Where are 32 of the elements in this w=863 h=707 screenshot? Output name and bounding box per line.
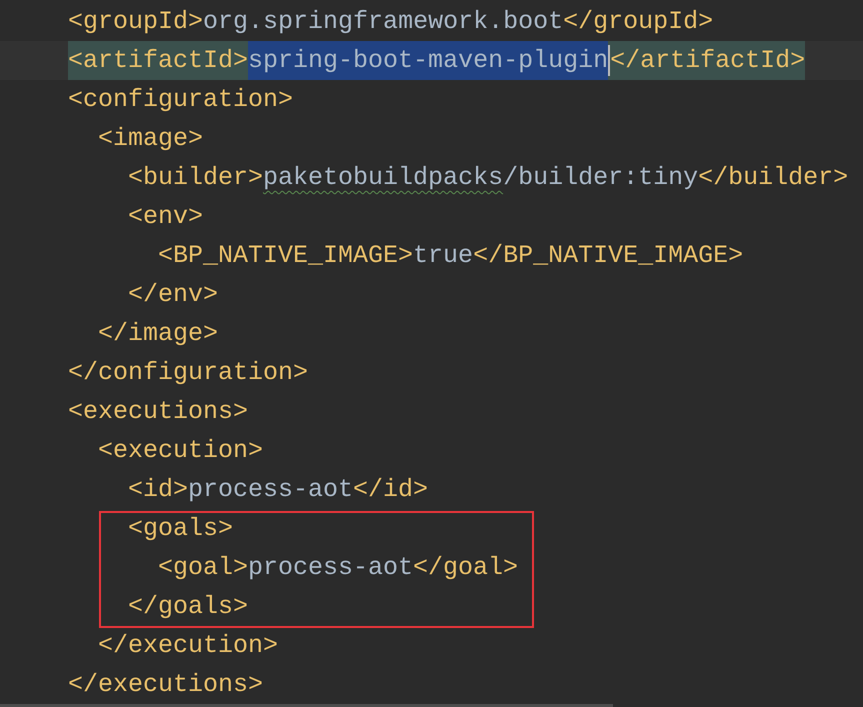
xml-tag: </configuration> <box>68 353 308 392</box>
xml-tag: <executions> <box>68 392 248 431</box>
xml-tag: </env> <box>128 275 218 314</box>
xml-value: spring-boot-maven-plugin <box>248 41 608 80</box>
xml-tag: <image> <box>98 119 204 158</box>
xml-tag: <env> <box>128 197 204 236</box>
xml-tag: <BP_NATIVE_IMAGE> <box>158 236 414 275</box>
xml-tag: </BP_NATIVE_IMAGE> <box>473 236 744 275</box>
xml-tag: <configuration> <box>68 80 294 119</box>
xml-tag: <goal> <box>158 548 248 587</box>
xml-tag: </execution> <box>98 626 278 665</box>
xml-tag: </goal> <box>413 548 518 587</box>
xml-value: paketobuildpacks <box>263 162 504 194</box>
xml-tag: <artifactId> <box>68 41 248 80</box>
horizontal-scrollbar[interactable] <box>0 704 613 707</box>
xml-tag: <groupId> <box>68 2 204 41</box>
xml-value: org.springframework.boot <box>203 6 564 38</box>
xml-tag: <execution> <box>98 431 264 470</box>
xml-value: process-aot <box>188 474 354 506</box>
xml-tag: <id> <box>128 470 188 509</box>
xml-value: /builder:tiny <box>503 162 698 194</box>
xml-tag: </artifactId> <box>610 41 806 80</box>
xml-tag: </goals> <box>128 587 248 626</box>
xml-tag: </image> <box>98 314 218 353</box>
xml-value: process-aot <box>248 552 414 584</box>
xml-tag: <builder> <box>128 158 264 197</box>
xml-tag: </executions> <box>68 665 264 704</box>
xml-tag: <goals> <box>128 509 234 548</box>
xml-value: true <box>413 240 474 272</box>
xml-tag: </groupId> <box>563 2 714 41</box>
xml-tag: </id> <box>353 470 428 509</box>
xml-tag: </builder> <box>698 158 848 197</box>
